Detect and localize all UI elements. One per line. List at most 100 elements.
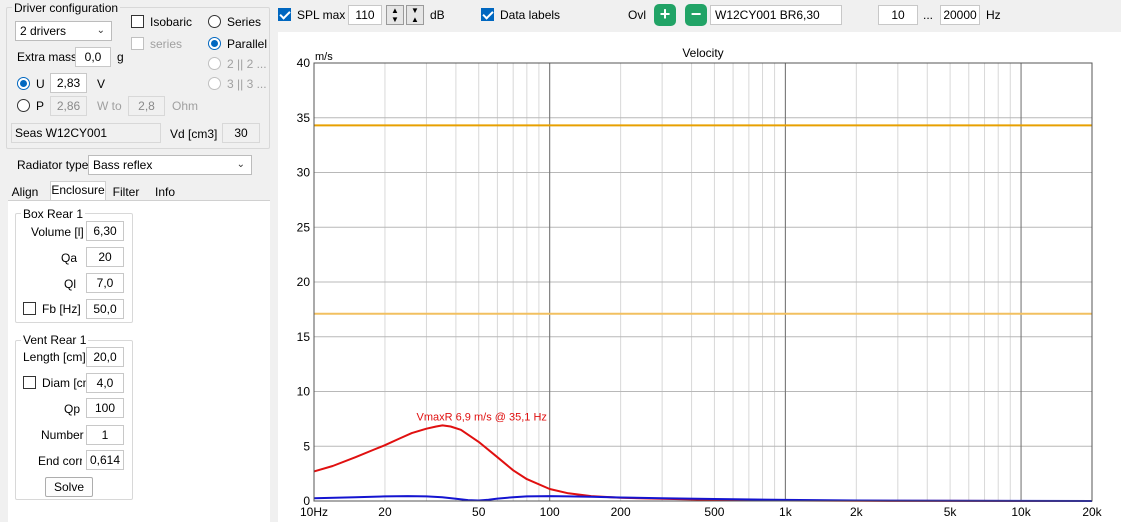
- volume-label: Volume [l]: [31, 225, 84, 239]
- tab-align[interactable]: Align: [8, 184, 42, 200]
- volume-input[interactable]: 6,30: [86, 221, 124, 241]
- box-rear-title: Box Rear 1: [21, 207, 86, 221]
- radiator-type-value: Bass reflex: [93, 158, 153, 172]
- x-tick-label: 1k: [779, 505, 793, 519]
- chevron-down-icon: ⌄: [236, 159, 245, 170]
- radiator-type-select[interactable]: Bass reflex ⌄: [88, 155, 252, 175]
- x-tick-label: 500: [704, 505, 724, 519]
- number-input[interactable]: 1: [86, 425, 124, 445]
- chevron-down-icon: ⌄: [96, 25, 105, 36]
- fit-vertical-icon: ▼: [411, 6, 419, 15]
- x-tick-label: 10k: [1011, 505, 1031, 519]
- data-labels-label: Data labels: [500, 8, 561, 22]
- minus-icon: −: [690, 4, 702, 24]
- fb-checkbox[interactable]: [23, 302, 36, 315]
- extra-mass-input[interactable]: 0,0: [75, 47, 111, 67]
- overlay-name-field[interactable]: W12CY001 BR6,30: [710, 5, 842, 25]
- u-unit: V: [97, 77, 106, 91]
- fb-label: Fb [Hz]: [42, 302, 81, 316]
- y-tick-label: 35: [297, 111, 311, 125]
- qp-input[interactable]: 100: [86, 398, 124, 418]
- opt-3x3-radio[interactable]: [208, 77, 221, 90]
- freq-to-input[interactable]: 20000: [940, 5, 980, 25]
- y-tick-label: 0: [303, 494, 310, 508]
- y-tick-label: 40: [297, 56, 311, 70]
- ql-input[interactable]: 7,0: [86, 273, 124, 293]
- freq-from-input[interactable]: 10: [878, 5, 918, 25]
- y-tick-label: 30: [297, 166, 311, 180]
- fit-vertical-icon-bottom: ▲: [411, 15, 419, 24]
- spl-spin-up-button[interactable]: ▲ ▼: [386, 5, 404, 25]
- x-tick-label: 20: [378, 505, 392, 519]
- end-corr-input[interactable]: 0,614: [86, 450, 124, 470]
- diam-input[interactable]: 4,0: [86, 373, 124, 393]
- length-label: Length [cm]: [23, 350, 86, 364]
- y-tick-label: 10: [297, 385, 311, 399]
- ohm-unit: Ohm: [172, 99, 199, 113]
- drivers-select[interactable]: 2 drivers ⌄: [15, 21, 112, 41]
- tab-filter[interactable]: Filter: [110, 184, 142, 200]
- opt-2x2-radio[interactable]: [208, 57, 221, 70]
- driver-name-field[interactable]: Seas W12CY001: [11, 123, 161, 143]
- data-labels-checkbox[interactable]: [481, 8, 494, 21]
- ohm-input[interactable]: 2,8: [128, 96, 165, 116]
- isobaric-label: Isobaric: [150, 15, 193, 29]
- opt-2x2-label: 2 || 2 ...: [227, 57, 267, 71]
- length-input[interactable]: 20,0: [86, 347, 124, 367]
- spl-fit-button[interactable]: ▼ ▲: [406, 5, 424, 25]
- parallel-radio[interactable]: [208, 37, 221, 50]
- triangle-up-icon: ▲: [391, 6, 399, 15]
- fb-input[interactable]: 50,0: [86, 299, 124, 319]
- vent-rear-title: Vent Rear 1: [21, 333, 89, 347]
- series-radio[interactable]: [208, 15, 221, 28]
- qp-label: Qp: [64, 402, 81, 416]
- isobaric-checkbox[interactable]: [131, 15, 144, 28]
- series-checkbox-label: series: [150, 37, 183, 51]
- extra-mass-unit: g: [117, 50, 124, 64]
- ql-label: Ql: [64, 277, 76, 291]
- x-tick-label: 5k: [944, 505, 958, 519]
- p-radio[interactable]: [17, 99, 30, 112]
- p-label: P: [36, 99, 45, 113]
- spl-max-checkbox[interactable]: [278, 8, 291, 21]
- x-tick-label: 200: [611, 505, 631, 519]
- u-label: U: [36, 77, 45, 91]
- qa-input[interactable]: 20: [86, 247, 124, 267]
- parallel-radio-label: Parallel: [227, 37, 268, 51]
- qa-label: Qa: [61, 251, 78, 265]
- diam-checkbox[interactable]: [23, 376, 36, 389]
- p-power-input[interactable]: 2,86: [50, 96, 87, 116]
- vd-field[interactable]: 30: [222, 123, 260, 143]
- overlay-add-button[interactable]: +: [654, 4, 676, 26]
- series-radio-label: Series: [227, 15, 262, 29]
- series-checkbox[interactable]: [131, 37, 144, 50]
- radiator-type-label: Radiator type: [17, 158, 89, 172]
- driver-config-title: Driver configuration: [12, 1, 121, 15]
- y-tick-label: 15: [297, 330, 311, 344]
- x-tick-label: 2k: [850, 505, 864, 519]
- velocity-rear-series: [313, 424, 1092, 502]
- triangle-down-icon: ▼: [391, 15, 399, 24]
- x-tick-label: 20k: [1082, 505, 1102, 519]
- u-voltage-input[interactable]: 2,83: [50, 73, 87, 93]
- x-tick-label: 100: [540, 505, 560, 519]
- chart-title: Velocity: [682, 46, 723, 60]
- end-corr-label: End corr: [38, 454, 82, 468]
- y-tick-label: 5: [303, 439, 310, 453]
- overlay-remove-button[interactable]: −: [685, 4, 707, 26]
- spl-max-label: SPL max: [297, 8, 346, 22]
- x-tick-label: 50: [472, 505, 486, 519]
- w-to-label: W to: [97, 99, 122, 113]
- drivers-select-value: 2 drivers: [20, 24, 67, 38]
- tab-info[interactable]: Info: [150, 184, 180, 200]
- number-label: Number: [41, 428, 84, 442]
- u-radio[interactable]: [17, 77, 30, 90]
- db-unit: dB: [430, 8, 445, 22]
- tab-enclosure[interactable]: Enclosure: [50, 181, 106, 201]
- y-axis-unit-label: m/s: [315, 51, 333, 63]
- y-tick-label: 20: [297, 275, 311, 289]
- solve-button[interactable]: Solve: [45, 477, 93, 497]
- spl-max-input[interactable]: 110: [348, 5, 382, 25]
- y-tick-label: 25: [297, 220, 311, 234]
- extra-mass-label: Extra mass: [17, 50, 78, 64]
